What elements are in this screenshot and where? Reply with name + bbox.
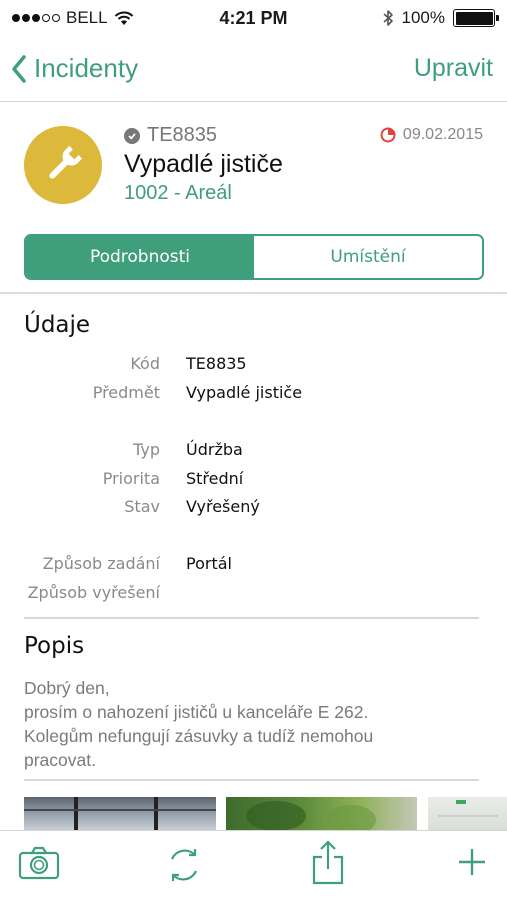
description-line: Kolegům nefungují zásuvky a tudíž nemoho… [24, 726, 374, 746]
status-left: BELL [12, 8, 134, 28]
wifi-icon [114, 11, 133, 25]
incident-date-row: 09.02.2015 [380, 126, 483, 144]
field-label-entry-method: Způsob zadání [42, 554, 160, 573]
chevron-left-icon [12, 54, 26, 83]
status-bar: BELL 4:21 PM 100% [0, 0, 507, 36]
navigation-bar: Incidenty Upravit [0, 36, 507, 102]
details-section-title: Údaje [24, 312, 91, 338]
photo-thumbnail[interactable] [24, 797, 216, 830]
signal-strength-icon [12, 14, 60, 22]
field-label-resolution-method: Způsob vyřešení [27, 583, 160, 602]
edit-button[interactable]: Upravit [414, 54, 493, 83]
field-value-priority: Střední [186, 469, 244, 488]
field-label-subject: Předmět [92, 383, 160, 402]
incident-header: TE8835 09.02.2015 Vypadlé jističe 1002 -… [0, 102, 507, 222]
field-value-status: Vyřešený [186, 497, 260, 516]
field-value-entry-method: Portál [186, 554, 232, 573]
wrench-icon [49, 145, 83, 179]
detail-tabs: Podrobnosti Umístění [24, 234, 484, 280]
bluetooth-icon [382, 10, 393, 26]
description-text: Dobrý den, prosím o nahození jističů u k… [24, 676, 464, 772]
description-line: prosím o nahození jističů u kanceláře E … [24, 702, 369, 722]
divider [24, 617, 479, 619]
description-section-title: Popis [24, 633, 85, 659]
add-button[interactable] [455, 845, 489, 884]
description-line: pracovat. [24, 750, 96, 770]
field-value-code: TE8835 [186, 354, 247, 373]
divider [24, 779, 479, 781]
back-button[interactable]: Incidenty [10, 53, 138, 84]
field-label-priority: Priorita [102, 469, 160, 488]
divider [0, 292, 507, 294]
battery-percent: 100% [401, 8, 445, 27]
share-button[interactable] [311, 839, 345, 890]
photo-thumbnail[interactable] [428, 797, 507, 830]
status-right: 100% [382, 8, 499, 28]
back-button-label: Incidenty [34, 53, 139, 83]
tab-location[interactable]: Umístění [254, 236, 482, 278]
tab-details[interactable]: Podrobnosti [26, 236, 254, 278]
clock-progress-icon [380, 127, 396, 143]
camera-icon [18, 846, 60, 880]
incident-code-row: TE8835 [124, 124, 217, 147]
share-icon [312, 840, 344, 885]
description-line: Dobrý den, [24, 678, 110, 698]
field-value-type: Údržba [186, 440, 243, 459]
refresh-icon [170, 849, 198, 881]
incident-location[interactable]: 1002 - Areál [124, 182, 232, 205]
camera-button[interactable] [18, 845, 60, 886]
photo-thumbnail[interactable] [226, 797, 417, 830]
plus-icon [459, 849, 485, 875]
incident-code: TE8835 [147, 124, 218, 146]
field-label-status: Stav [124, 497, 160, 516]
battery-icon [453, 9, 499, 27]
refresh-button[interactable] [164, 845, 204, 890]
field-label-code: Kód [130, 354, 160, 373]
incident-title: Vypadlé jističe [124, 150, 283, 178]
incident-date: 09.02.2015 [402, 126, 483, 143]
incident-type-avatar [24, 126, 102, 204]
field-label-type: Typ [133, 440, 160, 459]
bottom-toolbar [0, 830, 507, 900]
carrier-name: BELL [66, 8, 108, 27]
field-value-subject: Vypadlé jističe [186, 383, 303, 402]
check-circle-icon [124, 127, 140, 144]
